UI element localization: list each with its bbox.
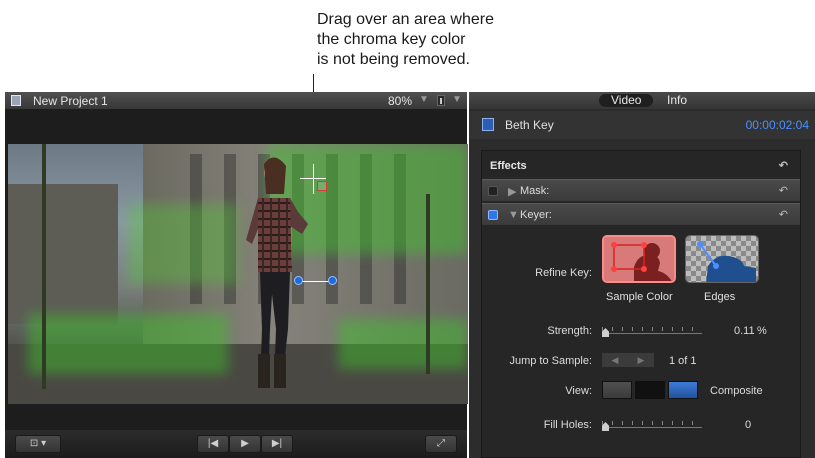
sample-color-label: Sample Color	[606, 291, 673, 303]
mask-checkbox[interactable]	[488, 186, 498, 196]
clip-timecode: 00:00:02:04	[745, 118, 809, 132]
jump-sample-count: 1 of 1	[669, 355, 697, 367]
viewer-panel: New Project 1 80% ▼ ▼ ⊡ ▾ |◀ ▶ ▶| ⤢	[5, 92, 468, 458]
instruction-callout: Drag over an area where the chroma key c…	[317, 10, 494, 70]
matte-view-icon[interactable]	[635, 381, 665, 399]
edge-line	[298, 281, 332, 282]
reset-icon[interactable]: ↶	[779, 184, 788, 197]
sample-color-icon	[604, 237, 674, 281]
chevron-down-icon[interactable]: ▼	[419, 94, 429, 105]
skip-back-icon[interactable]: |◀	[197, 435, 229, 453]
reset-icon[interactable]: ↶	[779, 208, 788, 221]
refine-key-label: Refine Key:	[535, 267, 592, 279]
viewer-title-bar: New Project 1 80% ▼ ▼	[5, 92, 467, 109]
subject-person	[246, 157, 308, 388]
tab-info[interactable]: Info	[667, 94, 687, 107]
composite-view-icon[interactable]	[668, 381, 698, 399]
view-label: View:	[565, 385, 592, 397]
building-left	[8, 184, 118, 324]
previous-sample-icon[interactable]: ◀	[602, 353, 628, 367]
sample-color-button[interactable]	[602, 235, 676, 283]
mask-label: Mask:	[520, 185, 550, 197]
sample-box-handle[interactable]	[317, 181, 327, 191]
reset-icon[interactable]: ↶	[779, 159, 788, 172]
green-spill	[338, 319, 468, 369]
effects-header: Effects ↶	[482, 155, 800, 177]
disclosure-down-icon[interactable]: ▼	[508, 209, 519, 221]
next-sample-icon[interactable]: ▶	[628, 353, 654, 367]
edge-handle-left[interactable]	[294, 276, 303, 285]
video-frame[interactable]	[8, 144, 468, 404]
fullscreen-icon[interactable]: ⤢	[425, 435, 457, 453]
fill-holes-value[interactable]: 0	[745, 419, 751, 431]
inspector-tab-bar: Video Info	[469, 92, 815, 109]
edges-button[interactable]	[685, 235, 759, 283]
project-title: New Project 1	[33, 94, 108, 108]
strength-label: Strength:	[547, 325, 592, 337]
callout-line-2: the chroma key color	[317, 31, 466, 48]
disclosure-right-icon[interactable]: ▶	[508, 185, 516, 198]
green-spill	[28, 314, 228, 374]
chevron-down-icon[interactable]: ▼	[452, 94, 462, 105]
clip-header: Beth Key 00:00:02:04	[469, 111, 815, 139]
fill-holes-label: Fill Holes:	[543, 419, 592, 431]
play-icon[interactable]: ▶	[229, 435, 261, 453]
view-mode-value: Composite	[710, 385, 763, 397]
mask-section[interactable]: ▶ Mask: ↶	[482, 179, 800, 201]
callout-line-1: Drag over an area where	[317, 11, 494, 28]
keyer-label: Keyer:	[520, 209, 552, 221]
inspector-panel: Video Info Beth Key 00:00:02:04 Effects …	[469, 92, 815, 458]
effects-panel: Effects ↶ ▶ Mask: ↶ ▼ Keyer: ↶ Refine Ke…	[481, 150, 801, 458]
green-spill	[128, 204, 238, 284]
strength-unit: %	[757, 325, 767, 337]
edges-icon	[686, 236, 758, 282]
crop-icon[interactable]: ⊡ ▾	[15, 435, 61, 453]
sample-crosshair	[313, 164, 314, 194]
audio-meter-icon[interactable]	[437, 95, 445, 106]
zoom-menu[interactable]: 80%	[388, 94, 412, 108]
tab-video[interactable]: Video	[599, 94, 654, 107]
film-icon	[11, 95, 21, 106]
view-mode-group	[602, 381, 702, 399]
fill-holes-slider[interactable]	[602, 421, 702, 431]
strength-value[interactable]: 0.11	[734, 325, 755, 337]
light-stand	[42, 144, 46, 389]
composite-matte-view-icon[interactable]	[602, 381, 632, 399]
keyer-checkbox[interactable]	[488, 210, 498, 220]
clip-name: Beth Key	[505, 118, 554, 132]
skip-forward-icon[interactable]: ▶|	[261, 435, 293, 453]
sample-crosshair	[300, 178, 326, 179]
strength-slider[interactable]	[602, 327, 702, 337]
effects-label: Effects	[490, 160, 527, 172]
jump-to-sample-label: Jump to Sample:	[509, 355, 592, 367]
edges-label: Edges	[704, 291, 736, 303]
viewer-controls-bar: ⊡ ▾ |◀ ▶ ▶| ⤢	[5, 430, 467, 458]
callout-line-3: is not being removed.	[317, 51, 470, 68]
edge-handle-right[interactable]	[328, 276, 337, 285]
light-stand	[426, 194, 430, 374]
keyer-section[interactable]: ▼ Keyer: ↶	[482, 203, 800, 225]
clip-icon	[482, 118, 494, 131]
